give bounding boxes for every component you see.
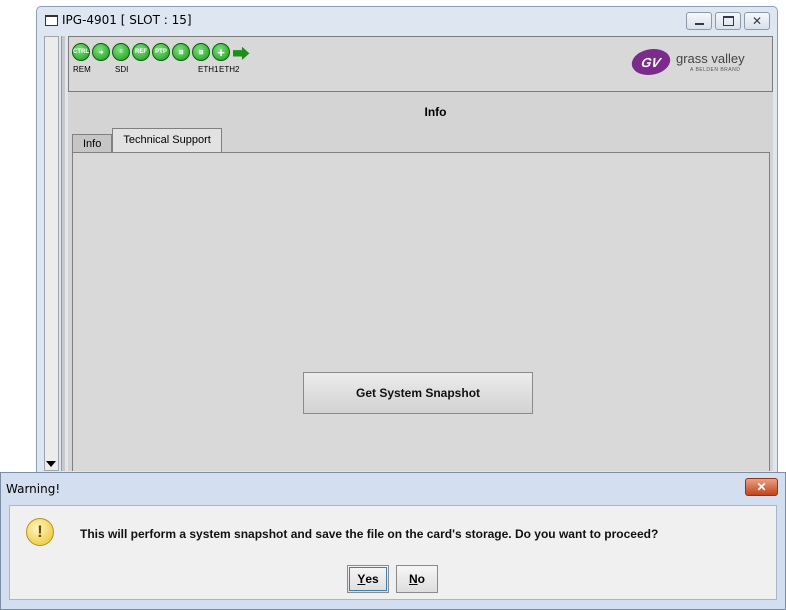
ptp-icon[interactable]: PTP	[152, 43, 170, 61]
ctrl-icon[interactable]: CTRL	[72, 43, 90, 61]
status-icons: CTRL ➜ ≡ REF PTP ⊞ ⊞ + ⮕	[72, 43, 250, 64]
logo-brand: grass valley	[676, 51, 745, 66]
warning-icon: !	[26, 518, 54, 546]
ref-icon[interactable]: REF	[132, 43, 150, 61]
no-label-rest: o	[417, 572, 425, 586]
title-bar: IPG-4901 [ SLOT : 15] ✕	[37, 7, 777, 35]
ptp-icon-label: PTP	[155, 49, 167, 55]
minimize-icon	[694, 22, 704, 25]
dialog-title: Warning!	[6, 482, 61, 496]
maximize-button[interactable]	[715, 12, 741, 30]
yes-button[interactable]: Yes	[347, 565, 389, 593]
tab-bar: Info Technical Support	[72, 128, 222, 152]
eth2-label: ETH2	[219, 65, 240, 74]
grass-valley-logo: GV grass valley A BELDEN BRAND	[629, 47, 762, 81]
sdi-icon[interactable]: ≡	[112, 43, 130, 61]
no-button[interactable]: No	[396, 565, 438, 593]
logo-subtitle: A BELDEN BRAND	[690, 67, 741, 73]
warning-dialog: Warning! ✕ ! This will perform a system …	[0, 472, 786, 610]
navigation-scrollbar[interactable]	[44, 36, 59, 471]
scroll-down-arrow-icon[interactable]	[46, 461, 56, 467]
get-system-snapshot-button[interactable]: Get System Snapshot	[303, 372, 533, 414]
splitter[interactable]	[61, 36, 65, 471]
main-window: IPG-4901 [ SLOT : 15] ✕ CTRL ➜ ≡ REF PTP…	[36, 6, 778, 476]
export-icon[interactable]: ⮕	[232, 43, 250, 64]
yes-label-rest: es	[365, 572, 379, 586]
dialog-body: ! This will perform a system snapshot an…	[9, 505, 777, 600]
eth2-icon[interactable]: ⊞	[192, 43, 210, 61]
dialog-message: This will perform a system snapshot and …	[80, 527, 659, 541]
window-title: IPG-4901 [ SLOT : 15]	[62, 13, 192, 27]
minimize-button[interactable]	[686, 12, 712, 30]
window-icon	[45, 15, 58, 26]
tab-info[interactable]: Info	[72, 134, 113, 152]
no-mnemonic: N	[408, 572, 418, 586]
card-panel: CTRL ➜ ≡ REF PTP ⊞ ⊞ + ⮕ REM SDI ETH1 ET…	[68, 36, 773, 471]
gv-logo-icon: GV	[629, 49, 673, 75]
tab-technical-support[interactable]: Technical Support	[112, 128, 222, 152]
ctrl-icon-label: CTRL	[73, 49, 89, 55]
yes-mnemonic: Y	[357, 572, 366, 586]
eth1-icon[interactable]: ⊞	[172, 43, 190, 61]
ref-icon-label: REF	[135, 49, 147, 55]
link-icon[interactable]: ➜	[92, 43, 110, 61]
close-button[interactable]: ✕	[744, 12, 770, 30]
close-icon: ✕	[751, 14, 763, 28]
tab-content: Get System Snapshot	[72, 152, 770, 471]
eth1-label: ETH1	[198, 65, 219, 74]
status-toolbar: CTRL ➜ ≡ REF PTP ⊞ ⊞ + ⮕ REM SDI ETH1 ET…	[68, 36, 773, 92]
dialog-close-button[interactable]: ✕	[745, 478, 778, 496]
plus-icon[interactable]: +	[212, 43, 230, 61]
sdi-label: SDI	[115, 65, 129, 74]
rem-label: REM	[73, 65, 91, 74]
close-icon: ✕	[756, 480, 767, 494]
maximize-icon	[722, 16, 734, 26]
page-title: Info	[424, 105, 447, 119]
